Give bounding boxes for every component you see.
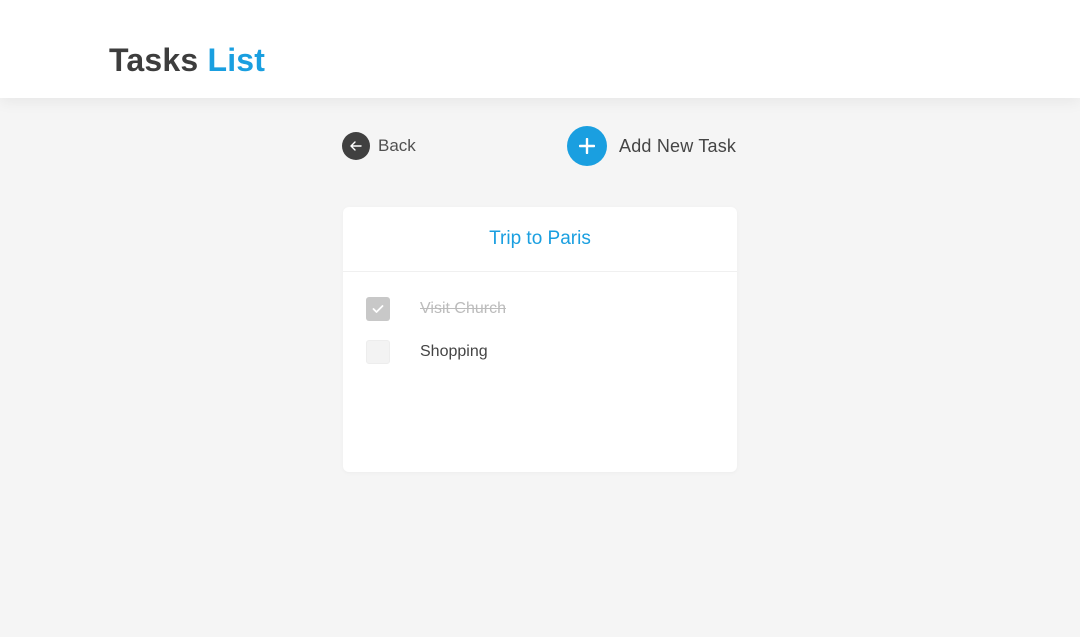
back-label: Back <box>378 136 416 155</box>
app-title-main: Tasks <box>109 42 199 78</box>
task-list-card: Trip to Paris Visit Church Shopping <box>343 207 737 472</box>
task-item[interactable]: Visit Church <box>366 297 506 321</box>
plus-icon <box>567 126 607 166</box>
app-title: Tasks List <box>109 42 265 79</box>
task-label: Shopping <box>420 343 488 360</box>
arrow-left-icon <box>342 132 370 160</box>
task-label: Visit Church <box>420 300 506 317</box>
check-icon <box>372 305 384 313</box>
list-title: Trip to Paris <box>343 207 737 272</box>
app-header: Tasks List <box>0 0 1080 98</box>
add-task-label: Add New Task <box>619 135 737 156</box>
task-checkbox-unchecked[interactable] <box>366 340 390 364</box>
back-button[interactable]: Back <box>342 132 416 160</box>
add-task-button[interactable]: Add New Task <box>567 126 736 166</box>
task-item[interactable]: Shopping <box>366 340 488 364</box>
task-checkbox-checked[interactable] <box>366 297 390 321</box>
app-title-accent: List <box>207 42 266 78</box>
